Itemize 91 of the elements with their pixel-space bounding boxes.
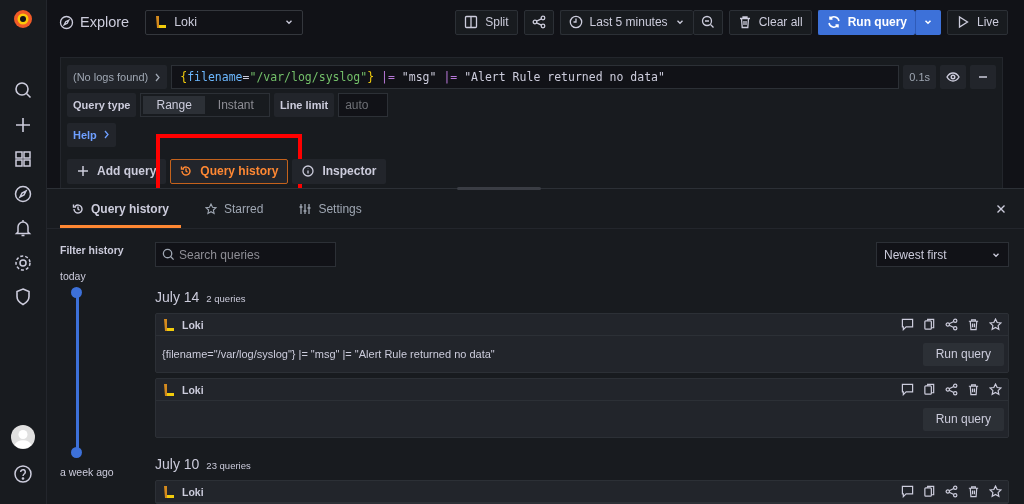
clear-all-button[interactable]: Clear all (728, 9, 812, 35)
star-icon[interactable] (989, 318, 1002, 331)
star-icon (205, 203, 218, 215)
search-icon (162, 248, 175, 261)
loki-logo-icon (162, 317, 176, 332)
zoom-out-icon (700, 15, 715, 29)
datasource-name: Loki (182, 383, 204, 396)
compass-icon[interactable] (13, 183, 33, 204)
query-text: {filename="/var/log/syslog"} |= "msg" |= "Alert Rule returned no data" (162, 348, 495, 360)
copy-icon[interactable] (923, 485, 936, 498)
star-icon[interactable] (989, 485, 1002, 498)
clock-icon (568, 15, 583, 29)
run-options-button[interactable] (915, 9, 941, 35)
line-limit-label: Line limit (273, 93, 335, 117)
drawer-tab[interactable]: Query history (60, 200, 182, 228)
sort-select[interactable]: Newest first (876, 242, 1009, 267)
drawer-tab[interactable]: Starred (193, 200, 276, 228)
settings-icon[interactable] (13, 252, 33, 273)
query-count: 2 queries (206, 293, 246, 304)
search-icon[interactable] (13, 80, 33, 100)
run-query-button[interactable]: Run query (817, 9, 915, 35)
copy-icon[interactable] (923, 318, 936, 331)
chevron-right-icon (102, 130, 110, 139)
datasource-name: Loki (182, 485, 204, 498)
help-icon[interactable] (13, 464, 33, 484)
split-button[interactable]: Split (455, 9, 518, 35)
loki-logo-icon (162, 484, 176, 499)
avatar-icon[interactable] (11, 425, 35, 449)
loki-logo-icon (162, 382, 176, 397)
grafana-logo-icon[interactable] (12, 8, 34, 30)
time-range-picker[interactable]: Last 5 minutes (559, 9, 693, 35)
plus-icon (77, 165, 89, 177)
shield-icon[interactable] (13, 287, 33, 307)
eye-icon (946, 70, 960, 84)
comment-icon[interactable] (901, 383, 914, 396)
chevron-right-icon (154, 72, 162, 82)
query-input[interactable]: {filename="/var/log/syslog"} |= "msg" |= "Alert Rule returned no data" (171, 65, 900, 89)
columns-icon (464, 15, 479, 29)
share-icon[interactable] (945, 318, 958, 331)
share-icon[interactable] (945, 485, 958, 498)
range-top-label: today (60, 270, 87, 282)
remove-query-button[interactable] (970, 65, 996, 89)
refresh-icon (826, 15, 841, 29)
range-bottom-label: a week ago (60, 466, 115, 478)
query-type-option[interactable]: Range (143, 96, 205, 114)
query-type-option[interactable]: Instant (204, 96, 267, 114)
toolbar-button[interactable]: Add query (67, 158, 167, 184)
datasource-picker[interactable]: Loki (145, 9, 304, 35)
hide-query-button[interactable] (940, 65, 966, 89)
trash-icon[interactable] (967, 383, 980, 396)
help-link[interactable]: Help (67, 122, 116, 147)
share-icon[interactable] (945, 383, 958, 396)
share-icon (531, 15, 546, 29)
search-field[interactable]: Search queries (155, 242, 336, 267)
compass-icon (59, 14, 74, 30)
line-limit-field[interactable]: auto (338, 93, 389, 117)
run-query-button[interactable]: Run query (922, 407, 1004, 431)
query-type-label: Query type (67, 93, 137, 117)
slider-handle[interactable] (71, 446, 82, 458)
loki-logo-icon (154, 15, 169, 29)
group-date: July 10 (155, 456, 200, 472)
query-count: 23 queries (206, 460, 251, 471)
close-icon (996, 203, 1006, 214)
drawer-tab[interactable]: Settings (287, 200, 374, 228)
info-icon (302, 165, 315, 177)
trash-icon[interactable] (967, 318, 980, 331)
history-icon (72, 203, 84, 215)
star-icon[interactable] (989, 383, 1002, 396)
share-button[interactable] (523, 9, 554, 35)
page-title: Explore (80, 14, 130, 30)
query-duration: 0.1s (903, 65, 936, 89)
datasource-name: Loki (182, 318, 204, 331)
comment-icon[interactable] (901, 485, 914, 498)
copy-icon[interactable] (923, 383, 936, 396)
toolbar-button[interactable]: Inspector (292, 158, 387, 184)
play-icon (956, 15, 970, 29)
history-icon (180, 165, 193, 177)
log-browser-button[interactable]: (No logs found) (67, 65, 168, 89)
dashboards-icon[interactable] (13, 149, 33, 169)
zoom-out-button[interactable] (692, 9, 723, 35)
filter-title: Filter history (60, 244, 125, 256)
trash-icon (737, 15, 752, 29)
run-query-button[interactable]: Run query (922, 342, 1004, 366)
group-date: July 14 (155, 289, 200, 305)
trash-icon[interactable] (967, 485, 980, 498)
sliders-icon (299, 203, 312, 215)
bell-icon[interactable] (13, 218, 33, 238)
comment-icon[interactable] (901, 318, 914, 331)
toolbar-button[interactable]: Query history (170, 158, 289, 184)
live-button[interactable]: Live (947, 9, 1008, 35)
slider-handle[interactable] (71, 286, 82, 298)
